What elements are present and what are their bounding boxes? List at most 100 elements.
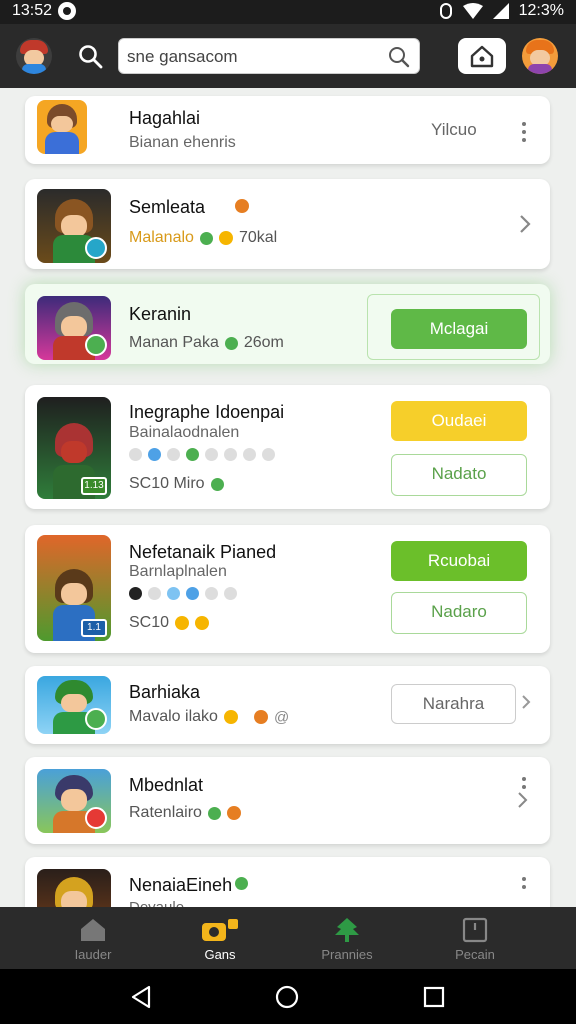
game-list: Hagahlai Bianan ehenris Yilcuo Semleata … <box>0 88 576 907</box>
battery-text: 12:3% <box>518 2 564 19</box>
level-badge <box>85 334 107 356</box>
status-time: 13:52 <box>12 2 53 19</box>
camera-icon <box>202 919 238 941</box>
tab-label: Pecain <box>455 947 495 962</box>
search-icon[interactable] <box>78 44 104 70</box>
tab-games[interactable]: Gans <box>148 907 292 969</box>
status-dot-icon <box>207 806 221 820</box>
game-thumbnail <box>37 676 111 734</box>
recents-icon[interactable] <box>423 986 445 1008</box>
list-item[interactable]: Semleata Malanalo 70kal <box>25 179 550 269</box>
item-subtitle: Bainalaodnalen <box>129 424 240 441</box>
search-input[interactable] <box>127 45 377 69</box>
game-label-badge: 1.1 <box>81 619 107 637</box>
list-item[interactable]: Mbednlat Ratenlairo <box>25 757 550 844</box>
item-subtitle: Barnlaplnalen <box>129 563 227 580</box>
item-title: Semleata <box>129 197 206 217</box>
list-item[interactable]: 1.13 Inegraphe Idoenpai Bainalaodnalen S… <box>25 385 550 509</box>
medal-icon <box>235 199 249 213</box>
signal-icon <box>492 3 509 19</box>
chevron-right-icon[interactable] <box>517 791 529 809</box>
home-icon <box>81 919 105 941</box>
tab-recent[interactable]: Pecain <box>403 907 547 969</box>
item-meta: SC10 <box>129 614 210 632</box>
game-thumbnail <box>37 100 87 154</box>
alarm-icon <box>439 3 452 19</box>
level-badge <box>85 708 107 730</box>
game-thumbnail <box>37 296 111 360</box>
status-dot-icon <box>235 877 248 890</box>
system-navigation-bar <box>0 969 576 1024</box>
notification-icon <box>58 2 76 20</box>
manage-button[interactable]: Mclagai <box>391 309 527 349</box>
info-icon: @ <box>273 708 290 726</box>
wifi-icon <box>462 3 483 19</box>
list-item[interactable]: Keranin Manan Paka 26om Mclagai <box>25 284 550 364</box>
level-badge <box>85 807 107 829</box>
tab-prannies[interactable]: Prannies <box>275 907 419 969</box>
details-button[interactable]: Nadato <box>391 454 527 496</box>
app-logo-avatar[interactable] <box>16 38 52 74</box>
app-bar <box>0 24 576 88</box>
item-meta: Ratenlairo <box>129 804 241 822</box>
item-meta-text: SC10 Miro <box>129 475 205 492</box>
game-thumbnail <box>37 769 111 833</box>
rebuild-button[interactable]: Rcuobai <box>391 541 527 581</box>
item-subtitle: Bianan ehenris <box>129 134 236 151</box>
item-title: Barhiaka <box>129 682 201 702</box>
coin-icon <box>223 710 238 724</box>
search-bar[interactable] <box>118 38 420 74</box>
calendar-icon <box>462 917 488 943</box>
more-options-icon[interactable] <box>522 877 526 897</box>
page-dots <box>129 587 237 600</box>
home-button[interactable] <box>458 38 506 74</box>
item-meta-text: Manan Paka <box>129 334 219 351</box>
game-thumbnail <box>37 189 111 263</box>
item-meta: Manan Paka 26om <box>129 334 284 352</box>
item-meta: Malanalo 70kal <box>129 229 277 247</box>
item-meta-text: Mavalo ilako <box>129 708 218 725</box>
page-dots <box>129 448 275 461</box>
tab-label: Gans <box>204 947 236 962</box>
home-icon <box>470 45 494 68</box>
item-action-link[interactable]: Yilcuo <box>431 120 477 140</box>
item-title: NenaiaEineh <box>129 875 233 895</box>
more-options-icon[interactable] <box>522 122 526 142</box>
details-button[interactable]: Nadaro <box>391 592 527 634</box>
item-title: Nefetanaik Pianed <box>129 542 277 562</box>
status-bar: 13:52 12:3% <box>0 0 576 24</box>
item-title: Inegraphe Idoenpai <box>129 402 285 422</box>
back-icon[interactable] <box>130 985 152 1009</box>
download-button[interactable]: Oudaei <box>391 401 527 441</box>
medal-icon <box>226 806 241 820</box>
chevron-right-icon[interactable] <box>521 694 531 710</box>
list-item[interactable]: Barhiaka Mavalo ilako @ Narahra <box>25 666 550 744</box>
item-meta: SC10 Miro <box>129 475 224 493</box>
item-meta-text-2: 26om <box>243 334 284 351</box>
list-item[interactable]: NenaiaEineh Dovaulo <box>25 857 550 907</box>
home-circle-icon[interactable] <box>275 985 299 1009</box>
game-thumbnail: 1.1 <box>37 535 111 641</box>
narahra-button[interactable]: Narahra <box>391 684 516 724</box>
status-dot-icon <box>224 336 238 350</box>
item-title: Mbednlat <box>129 775 204 795</box>
game-label-badge: 1.13 <box>81 477 107 495</box>
bottom-navigation: Iauder Gans Prannies Pecain <box>0 907 576 969</box>
item-title: Hagahlai <box>129 108 201 128</box>
chevron-right-icon[interactable] <box>518 213 532 235</box>
tab-home[interactable]: Iauder <box>21 907 165 969</box>
game-thumbnail: 1.13 <box>37 397 111 499</box>
list-item[interactable]: 1.1 Nefetanaik Pianed Barnlaplnalen SC10… <box>25 525 550 653</box>
item-meta: Mavalo ilako @ <box>129 708 289 726</box>
profile-avatar[interactable] <box>522 38 558 74</box>
item-meta-text: SC10 <box>129 614 170 631</box>
status-dot-icon <box>210 477 224 491</box>
game-thumbnail <box>37 869 111 907</box>
coin-icon <box>218 231 233 245</box>
item-meta-text: Dovaulo <box>129 899 184 907</box>
coin-icon <box>175 616 190 630</box>
tab-label: Iauder <box>74 947 112 962</box>
search-submit-icon[interactable] <box>387 45 411 69</box>
medal-icon <box>253 710 268 724</box>
list-item[interactable]: Hagahlai Bianan ehenris Yilcuo <box>25 96 550 164</box>
